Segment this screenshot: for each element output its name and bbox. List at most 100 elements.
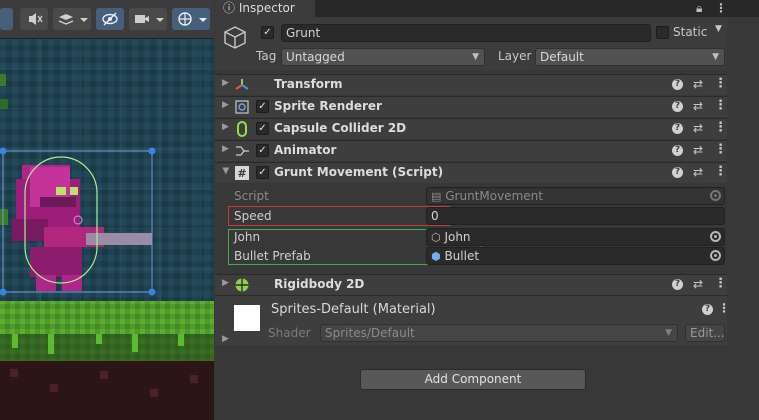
inspector-scrollbar[interactable]	[727, 18, 759, 420]
tab-menu-icon[interactable]: ⋮	[715, 0, 727, 17]
tag-dropdown[interactable]: Untagged ▼	[281, 48, 485, 66]
scene-canvas[interactable]	[0, 39, 214, 420]
component-capsule-collider[interactable]: ▶ ✓ Capsule Collider 2D ? ⇄ ⋮	[215, 118, 727, 139]
transform-icon	[234, 77, 250, 93]
material-preview-swatch[interactable]	[234, 305, 260, 331]
presets-icon[interactable]: ⇄	[693, 165, 703, 179]
help-icon[interactable]: ?	[672, 279, 683, 290]
material-section: Sprites-Default (Material) ? ⋮ ▶ Shader …	[215, 295, 730, 345]
tab-inspector-label: Inspector	[238, 1, 295, 15]
gizmo-globe-icon	[178, 12, 207, 26]
shader-label: Shader	[268, 326, 311, 340]
context-menu-icon[interactable]: ⋮	[714, 120, 727, 135]
help-icon[interactable]: ?	[672, 167, 683, 178]
component-title: Grunt Movement (Script)	[274, 165, 444, 179]
bullet-prefab-value: Bullet	[444, 249, 480, 263]
sprite-renderer-icon	[234, 99, 250, 115]
object-picker-icon[interactable]	[710, 231, 721, 242]
foldout-arrow-icon[interactable]: ▶	[222, 122, 229, 132]
camera-dropdown-button[interactable]	[129, 8, 167, 30]
foliage	[0, 74, 6, 86]
help-icon[interactable]: ?	[672, 123, 683, 134]
layer-dropdown[interactable]: Default ▼	[535, 48, 725, 66]
dirt-ground	[0, 361, 214, 420]
presets-icon[interactable]: ⇄	[693, 277, 703, 291]
camera-icon	[135, 15, 164, 23]
presets-icon[interactable]: ⇄	[693, 121, 703, 135]
component-transform[interactable]: ▶ Transform ? ⇄ ⋮	[215, 74, 727, 95]
shading-mode-button[interactable]	[0, 8, 13, 30]
object-name-field[interactable]: Grunt	[281, 24, 651, 42]
component-enabled-checkbox[interactable]: ✓	[256, 166, 269, 179]
component-enabled-checkbox[interactable]: ✓	[256, 100, 269, 113]
help-icon[interactable]: ?	[672, 79, 683, 90]
component-grunt-movement[interactable]: ▶ # ✓ Grunt Movement (Script) ? ⇄ ⋮	[215, 162, 727, 183]
foldout-arrow-icon[interactable]: ▶	[220, 168, 230, 175]
visibility-toggle-button[interactable]	[96, 8, 124, 30]
speed-input[interactable]: 0	[426, 207, 725, 225]
chevron-down-icon: ▼	[472, 52, 479, 62]
component-title: Rigidbody 2D	[274, 277, 365, 291]
static-dropdown-caret[interactable]: ▼	[715, 24, 722, 34]
effects-dropdown-button[interactable]	[53, 8, 91, 30]
john-reference-field[interactable]: ⬡ John	[426, 228, 725, 246]
object-picker-icon[interactable]	[710, 250, 721, 261]
eye-hidden-icon	[102, 12, 118, 26]
john-label: John	[234, 230, 261, 244]
shader-edit-button[interactable]: Edit...	[685, 324, 725, 342]
foldout-arrow-icon[interactable]: ▶	[222, 334, 229, 344]
component-title: Sprite Renderer	[274, 99, 382, 113]
component-title: Transform	[274, 77, 343, 91]
context-menu-icon[interactable]: ⋮	[714, 98, 727, 113]
foldout-arrow-icon[interactable]: ▶	[222, 144, 229, 154]
static-checkbox[interactable]	[656, 26, 669, 39]
context-menu-icon[interactable]: ⋮	[714, 142, 727, 157]
prefab-icon: ⬢	[431, 250, 441, 263]
rect-handle[interactable]	[148, 288, 156, 296]
shader-value: Sprites/Default	[325, 326, 415, 340]
script-file-icon: ▤	[431, 190, 442, 203]
help-icon[interactable]: ?	[672, 145, 683, 156]
foldout-arrow-icon[interactable]: ▶	[222, 78, 229, 88]
inspector-tab-bar: ⓘ Inspector 🔒︎ ⋮	[215, 0, 759, 17]
component-animator[interactable]: ▶ ✓ Animator ? ⇄ ⋮	[215, 140, 727, 161]
gameobject-small-icon: ⬡	[431, 231, 441, 244]
help-icon[interactable]: ?	[702, 304, 713, 315]
object-header: ✓ Grunt Static ▼ Tag Untagged ▼ Layer De…	[215, 18, 727, 70]
bullet-prefab-field[interactable]: ⬢ Bullet	[426, 247, 725, 265]
component-enabled-checkbox[interactable]: ✓	[256, 144, 269, 157]
svg-text:#: #	[237, 167, 246, 180]
lock-icon[interactable]: 🔒︎	[696, 0, 702, 17]
script-reference-value: GruntMovement	[445, 189, 543, 203]
rect-handle[interactable]	[148, 147, 156, 155]
foldout-arrow-icon[interactable]: ▶	[222, 100, 229, 110]
presets-icon[interactable]: ⇄	[693, 77, 703, 91]
gameobject-icon	[224, 26, 246, 49]
scene-view[interactable]	[0, 0, 214, 420]
help-icon[interactable]: ?	[672, 101, 683, 112]
info-icon: ⓘ	[223, 1, 236, 15]
shader-dropdown[interactable]: Sprites/Default ▼	[320, 324, 678, 342]
component-enabled-checkbox[interactable]: ✓	[256, 122, 269, 135]
audio-toggle-button[interactable]	[20, 8, 48, 30]
tab-inspector[interactable]: ⓘ Inspector	[215, 0, 315, 17]
animator-icon	[234, 143, 250, 159]
gizmos-dropdown-button[interactable]	[172, 8, 210, 30]
capsule-collider-icon	[234, 121, 250, 137]
component-rigidbody-2d[interactable]: ▶ Rigidbody 2D ? ⇄ ⋮	[215, 274, 727, 295]
component-sprite-renderer[interactable]: ▶ ✓ Sprite Renderer ? ⇄ ⋮	[215, 96, 727, 117]
component-title: Animator	[274, 143, 337, 157]
tag-label: Tag	[256, 49, 277, 63]
static-label: Static	[673, 25, 708, 39]
layer-label: Layer	[498, 49, 532, 63]
presets-icon[interactable]: ⇄	[693, 143, 703, 157]
object-active-checkbox[interactable]: ✓	[261, 26, 274, 39]
context-menu-icon[interactable]: ⋮	[714, 76, 727, 91]
layer-value: Default	[540, 50, 584, 64]
material-name: Sprites-Default (Material)	[271, 302, 436, 317]
add-component-button[interactable]: Add Component	[360, 369, 586, 390]
context-menu-icon[interactable]: ⋮	[714, 276, 727, 291]
presets-icon[interactable]: ⇄	[693, 99, 703, 113]
foldout-arrow-icon[interactable]: ▶	[222, 278, 229, 288]
context-menu-icon[interactable]: ⋮	[714, 164, 727, 179]
